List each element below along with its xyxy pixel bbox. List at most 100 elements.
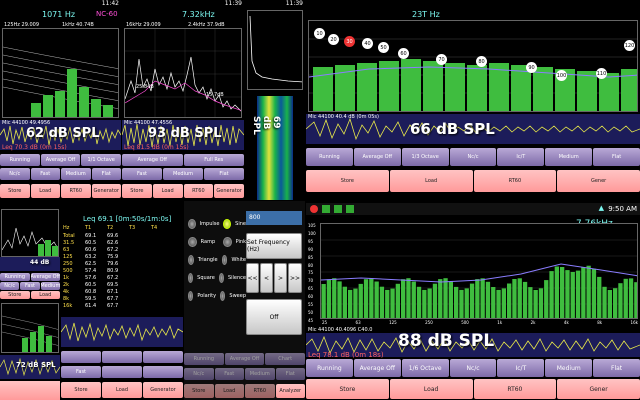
silence-radio[interactable] bbox=[218, 273, 224, 283]
average-button[interactable]: Average Off bbox=[40, 154, 81, 166]
average-button[interactable]: Average Off bbox=[353, 148, 401, 166]
medium-button[interactable]: Medium bbox=[40, 282, 60, 290]
load-button[interactable]: Load bbox=[102, 382, 142, 398]
flat-button[interactable]: Flat bbox=[593, 359, 640, 377]
running-button[interactable]: Running bbox=[306, 359, 353, 377]
fast-button[interactable]: Fast bbox=[214, 368, 244, 380]
sweep-radio[interactable] bbox=[220, 291, 226, 301]
y-tick-label: 45 bbox=[308, 317, 314, 323]
step-down-button[interactable]: < bbox=[260, 263, 273, 293]
medium-button[interactable]: Medium bbox=[545, 148, 593, 166]
rt60-button[interactable]: RT60 bbox=[245, 384, 275, 398]
mode-button[interactable] bbox=[143, 366, 183, 378]
pink-radio[interactable] bbox=[222, 237, 232, 247]
frequency-input[interactable]: 800 bbox=[246, 211, 302, 225]
flat-button[interactable]: Flat bbox=[593, 148, 640, 166]
store-button[interactable]: Store bbox=[306, 170, 389, 192]
ncc-button[interactable]: Nc/c bbox=[449, 148, 497, 166]
load-button[interactable]: Load bbox=[389, 379, 473, 399]
medium-button[interactable]: Medium bbox=[545, 359, 593, 377]
generator-button[interactable]: Generator bbox=[91, 184, 121, 198]
average-button[interactable]: Average Off bbox=[224, 353, 265, 365]
square-radio[interactable] bbox=[188, 273, 194, 283]
x-tick-label: 8k bbox=[597, 320, 603, 325]
rt60-button[interactable]: RT60 bbox=[473, 379, 557, 399]
store-button[interactable]: Store bbox=[122, 184, 152, 198]
analyzer-button[interactable]: Analyzer bbox=[275, 384, 305, 398]
ict-button[interactable]: Ic/T bbox=[497, 359, 545, 377]
polarity-radio[interactable] bbox=[188, 291, 194, 301]
third-octave-plot bbox=[308, 20, 638, 112]
flat-button[interactable]: Flat bbox=[275, 368, 305, 380]
rt60-button[interactable]: RT60 bbox=[473, 170, 557, 192]
step-down-fast-button[interactable]: << bbox=[246, 263, 259, 293]
step-up-fast-button[interactable]: >> bbox=[288, 263, 302, 293]
sixth-octave-bar bbox=[385, 289, 390, 318]
ramp-radio[interactable] bbox=[188, 237, 197, 247]
average-button[interactable]: Average Off bbox=[122, 154, 183, 166]
generator-button[interactable]: Generator bbox=[143, 382, 183, 398]
medium-button[interactable]: Medium bbox=[61, 168, 91, 180]
mode-button[interactable] bbox=[102, 351, 142, 363]
fast-button[interactable]: Fast bbox=[20, 282, 40, 290]
nc-marker: 50 bbox=[378, 42, 389, 53]
sixth-octave-bar bbox=[591, 268, 597, 318]
ncc-button[interactable]: Nc/c bbox=[0, 282, 20, 290]
octave-button[interactable]: 1/1 Octave bbox=[81, 154, 121, 166]
load-button[interactable]: Load bbox=[30, 291, 60, 299]
ncc-button[interactable]: Nc/c bbox=[0, 168, 30, 180]
ncc-button[interactable]: Nc/c bbox=[449, 359, 497, 377]
sixth-octave-bar bbox=[628, 278, 634, 318]
table-row: 16k 61.4 67.7 bbox=[63, 303, 181, 310]
ict-button[interactable]: Ic/T bbox=[497, 148, 545, 166]
table-row: 8k 59.5 67.7 bbox=[63, 296, 181, 303]
button-row-2: Nc/c Fast Medium bbox=[0, 282, 60, 290]
mode-button[interactable] bbox=[102, 366, 142, 378]
mode-button[interactable] bbox=[143, 351, 183, 363]
average-button[interactable]: Average Off bbox=[30, 273, 60, 281]
white-radio[interactable] bbox=[221, 255, 228, 265]
store-button[interactable]: Store bbox=[306, 379, 389, 399]
medium-button[interactable]: Medium bbox=[163, 168, 203, 180]
chart-button[interactable]: Chart bbox=[265, 353, 305, 365]
step-up-button[interactable]: > bbox=[274, 263, 287, 293]
generator-button[interactable]: Gener bbox=[557, 170, 640, 192]
running-button[interactable]: Running bbox=[306, 148, 353, 166]
flat-button[interactable]: Flat bbox=[204, 168, 244, 180]
off-button[interactable]: Off bbox=[246, 299, 302, 335]
app-record-icon[interactable] bbox=[310, 205, 318, 213]
octave-button[interactable]: 1/3 Octave bbox=[401, 148, 449, 166]
impulse-radio[interactable] bbox=[188, 219, 196, 229]
sixth-octave-bar bbox=[491, 287, 496, 318]
store-button[interactable]: Store bbox=[0, 184, 30, 198]
load-button[interactable]: Load bbox=[214, 384, 244, 398]
fast-button[interactable]: Fast bbox=[61, 366, 101, 378]
fast-button[interactable]: Fast bbox=[122, 168, 162, 180]
load-button[interactable]: Load bbox=[152, 184, 183, 198]
fast-button[interactable]: Fast bbox=[30, 168, 60, 180]
rt60-button[interactable]: RT60 bbox=[61, 184, 91, 198]
triangle-radio[interactable] bbox=[188, 255, 194, 265]
ncc-button[interactable]: Nc/c bbox=[184, 368, 214, 380]
medium-button[interactable]: Medium bbox=[245, 368, 275, 380]
average-button[interactable]: Average Off bbox=[353, 359, 401, 377]
mode-button[interactable] bbox=[61, 351, 101, 363]
running-button[interactable]: Running bbox=[0, 154, 40, 166]
sine-radio[interactable] bbox=[223, 219, 232, 229]
sixth-octave-bar bbox=[507, 283, 512, 318]
bottom-button-strip[interactable] bbox=[0, 381, 60, 400]
store-button[interactable]: Store bbox=[61, 382, 101, 398]
flat-button[interactable]: Flat bbox=[91, 168, 121, 180]
set-frequency-button[interactable]: Set Frequency (Hz) bbox=[246, 233, 302, 259]
octave-button[interactable]: 1/6 Octave bbox=[401, 359, 449, 377]
running-button[interactable]: Running bbox=[184, 353, 224, 365]
store-button[interactable]: Store bbox=[184, 384, 214, 398]
running-button[interactable]: Running bbox=[0, 273, 30, 281]
load-button[interactable]: Load bbox=[389, 170, 473, 192]
generator-button[interactable]: Gener bbox=[557, 379, 640, 399]
full-res-button[interactable]: Full Res bbox=[183, 154, 244, 166]
generator-button[interactable]: Generator bbox=[214, 184, 244, 198]
store-button[interactable]: Store bbox=[0, 291, 30, 299]
rt60-button[interactable]: RT60 bbox=[183, 184, 214, 198]
load-button[interactable]: Load bbox=[30, 184, 60, 198]
